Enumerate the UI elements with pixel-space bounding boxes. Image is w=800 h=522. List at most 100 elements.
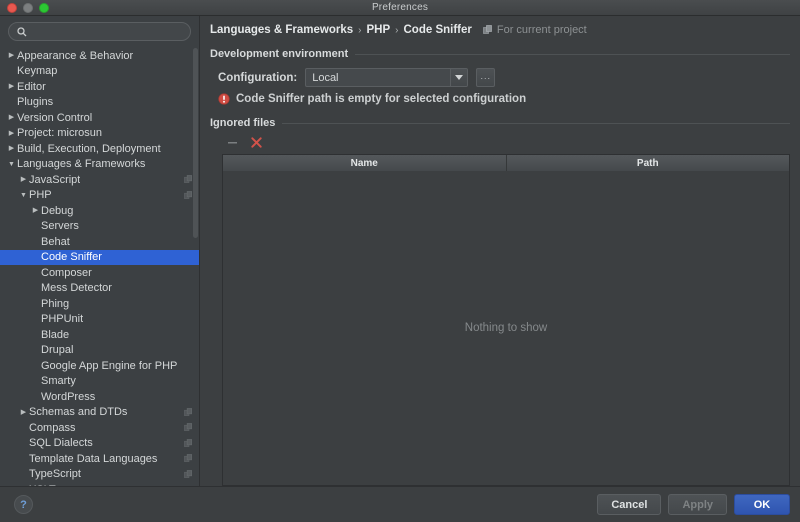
sidebar-item-label: TypeScript xyxy=(29,468,81,481)
sidebar-item-label: Servers xyxy=(41,220,79,233)
apply-button: Apply xyxy=(668,494,727,515)
sidebar-item-debug[interactable]: ▶ Debug xyxy=(0,203,199,219)
sidebar-item-schemas-and-dtds[interactable]: ▶ Schemas and DTDs xyxy=(0,405,199,421)
chevron-right-icon[interactable]: ▶ xyxy=(18,409,29,416)
help-button[interactable]: ? xyxy=(14,495,33,514)
sidebar-item-phpunit[interactable]: ▶PHPUnit xyxy=(0,312,199,328)
sidebar-item-label: Appearance & Behavior xyxy=(17,49,134,62)
chevron-down-icon[interactable]: ▼ xyxy=(18,192,29,199)
section-title: Ignored files xyxy=(210,117,276,129)
sidebar-item-xslt[interactable]: ▶XSLT xyxy=(0,482,199,486)
sidebar-item-blade[interactable]: ▶Blade xyxy=(0,327,199,343)
table-header-row: Name Path xyxy=(223,155,789,171)
sidebar-item-google-app-engine-for-php[interactable]: ▶Google App Engine for PHP xyxy=(0,358,199,374)
sidebar-item-sql-dialects[interactable]: ▶SQL Dialects xyxy=(0,436,199,452)
sidebar-item-label: XSLT xyxy=(29,484,56,486)
sidebar-item-mess-detector[interactable]: ▶Mess Detector xyxy=(0,281,199,297)
column-header-name[interactable]: Name xyxy=(223,155,507,171)
sidebar-item-label: Build, Execution, Deployment xyxy=(17,142,161,155)
sidebar-item-languages-frameworks[interactable]: ▼ Languages & Frameworks xyxy=(0,157,199,173)
sidebar-item-label: Smarty xyxy=(41,375,76,388)
sidebar-item-label: Project: microsun xyxy=(17,127,102,140)
chevron-right-icon[interactable]: ▶ xyxy=(6,83,17,90)
breadcrumb-item-1[interactable]: PHP xyxy=(367,24,391,36)
sidebar-item-label: JavaScript xyxy=(29,173,81,186)
search-icon xyxy=(17,26,27,36)
settings-sidebar: ▶Appearance & Behavior▶Keymap▶Editor▶Plu… xyxy=(0,16,200,486)
chevron-right-icon[interactable]: ▶ xyxy=(30,207,41,214)
chevron-right-icon[interactable]: ▶ xyxy=(18,176,29,183)
sidebar-item-label: Debug xyxy=(41,204,74,217)
chevron-down-icon[interactable]: ▼ xyxy=(6,161,17,168)
table-body: Nothing to show xyxy=(223,171,789,485)
breadcrumb: Languages & Frameworks › PHP › Code Snif… xyxy=(200,16,790,36)
sidebar-item-label: Version Control xyxy=(17,111,93,124)
cancel-button[interactable]: Cancel xyxy=(597,494,662,515)
ok-button[interactable]: OK xyxy=(734,494,790,515)
sidebar-item-wordpress[interactable]: ▶WordPress xyxy=(0,389,199,405)
breadcrumb-separator: › xyxy=(395,24,399,36)
settings-tree[interactable]: ▶Appearance & Behavior▶Keymap▶Editor▶Plu… xyxy=(0,46,199,486)
search-input[interactable] xyxy=(32,24,182,39)
sidebar-item-plugins[interactable]: ▶Plugins xyxy=(0,95,199,111)
dialog-footer: ? Cancel Apply OK xyxy=(0,486,800,522)
sidebar-item-label: Google App Engine for PHP xyxy=(41,359,178,372)
copy-scope-icon xyxy=(483,25,492,34)
sidebar-item-typescript[interactable]: ▶TypeScript xyxy=(0,467,199,483)
sidebar-item-javascript[interactable]: ▶ JavaScript xyxy=(0,172,199,188)
minus-icon xyxy=(228,142,237,144)
sidebar-item-appearance-behavior[interactable]: ▶ Appearance & Behavior xyxy=(0,48,199,64)
sidebar-item-label: Keymap xyxy=(17,65,58,78)
configuration-value: Local xyxy=(312,71,339,84)
sidebar-item-label: SQL Dialects xyxy=(29,437,93,450)
copy-scope-icon xyxy=(184,190,193,200)
sidebar-item-drupal[interactable]: ▶Drupal xyxy=(0,343,199,359)
breadcrumb-item-0[interactable]: Languages & Frameworks xyxy=(210,24,353,36)
copy-scope-icon xyxy=(184,423,193,432)
sidebar-item-template-data-languages[interactable]: ▶Template Data Languages xyxy=(0,451,199,467)
chevron-right-icon[interactable]: ▶ xyxy=(6,145,17,152)
sidebar-item-version-control[interactable]: ▶ Version Control xyxy=(0,110,199,126)
sidebar-item-behat[interactable]: ▶Behat xyxy=(0,234,199,250)
sidebar-item-label: Editor xyxy=(17,80,46,93)
sidebar-item-editor[interactable]: ▶ Editor xyxy=(0,79,199,95)
sidebar-item-label: Code Sniffer xyxy=(41,251,102,264)
section-title: Development environment xyxy=(210,48,349,60)
delete-button[interactable] xyxy=(250,136,263,149)
sidebar-item-label: Schemas and DTDs xyxy=(29,406,128,419)
chevron-down-icon[interactable] xyxy=(450,69,468,86)
sidebar-item-composer[interactable]: ▶Composer xyxy=(0,265,199,281)
sidebar-item-keymap[interactable]: ▶Keymap xyxy=(0,64,199,80)
search-box[interactable] xyxy=(8,22,191,41)
copy-scope-icon xyxy=(184,438,193,448)
sidebar-item-label: Languages & Frameworks xyxy=(17,158,146,171)
scope-badge[interactable]: For current project xyxy=(483,24,587,36)
configuration-browse-button[interactable]: ... xyxy=(476,68,496,87)
configuration-dropdown[interactable]: Local xyxy=(305,68,469,87)
error-circle-icon xyxy=(218,93,230,105)
sidebar-item-label: Compass xyxy=(29,421,76,434)
sidebar-item-phing[interactable]: ▶Phing xyxy=(0,296,199,312)
column-header-path[interactable]: Path xyxy=(507,155,790,171)
sidebar-item-php[interactable]: ▼ PHP xyxy=(0,188,199,204)
sidebar-scrollbar[interactable] xyxy=(193,48,198,238)
title-bar: Preferences xyxy=(0,0,800,16)
sidebar-item-build-execution-deployment[interactable]: ▶ Build, Execution, Deployment xyxy=(0,141,199,157)
sidebar-item-project-microsun[interactable]: ▶ Project: microsun xyxy=(0,126,199,142)
sidebar-item-label: PHPUnit xyxy=(41,313,84,326)
sidebar-item-compass[interactable]: ▶Compass xyxy=(0,420,199,436)
chevron-right-icon[interactable]: ▶ xyxy=(6,52,17,59)
ignored-files-toolbar xyxy=(226,136,790,149)
ignored-files-table[interactable]: Name Path Nothing to show xyxy=(222,154,790,486)
sidebar-item-servers[interactable]: ▶Servers xyxy=(0,219,199,235)
window-body: ▶Appearance & Behavior▶Keymap▶Editor▶Plu… xyxy=(0,16,800,486)
empty-state-text: Nothing to show xyxy=(464,322,548,334)
sidebar-item-code-sniffer[interactable]: ▶Code Sniffer xyxy=(0,249,199,265)
main-panel: Languages & Frameworks › PHP › Code Snif… xyxy=(200,16,800,486)
configuration-row: Configuration: Local ... xyxy=(218,68,790,87)
sidebar-item-smarty[interactable]: ▶Smarty xyxy=(0,374,199,390)
chevron-right-icon[interactable]: ▶ xyxy=(6,130,17,137)
section-divider xyxy=(355,53,790,55)
sidebar-item-label: PHP xyxy=(29,189,52,202)
chevron-right-icon[interactable]: ▶ xyxy=(6,114,17,121)
